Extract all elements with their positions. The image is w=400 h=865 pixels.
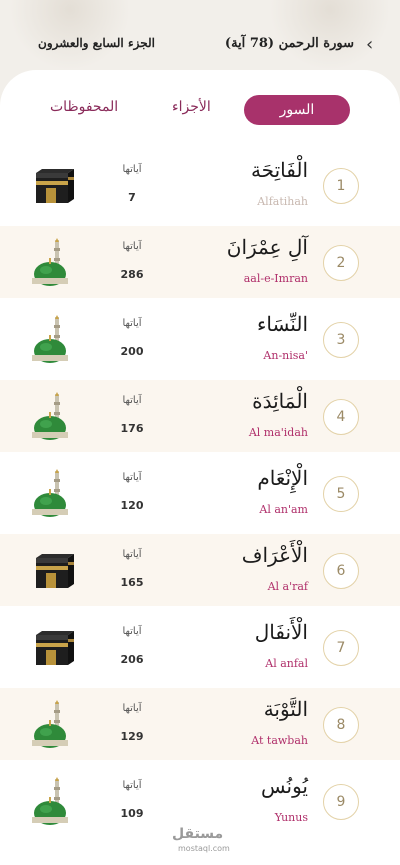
surah-arabic-name: الْأَعْرَاف (241, 543, 308, 567)
surah-number-badge: 1 (323, 168, 359, 204)
surah-row[interactable]: 4 الْمَائِدَة Al ma'idah آياتها 176 (0, 380, 400, 452)
surah-latin-name: Al a'raf (267, 580, 308, 593)
surah-number-badge: 5 (323, 476, 359, 512)
surah-row[interactable]: 2 آلِ عِمْرَانَ aal-e-Imran آياتها 286 (0, 226, 400, 298)
ayat-label: آياتها (122, 395, 142, 406)
mosque-dome-icon (30, 238, 74, 286)
ayat-count: 129 (120, 730, 144, 743)
surah-latin-name: An-nisa' (263, 349, 308, 362)
ayat-label: آياتها (122, 549, 142, 560)
kaaba-icon (30, 546, 74, 594)
current-surah-title[interactable]: سورة الرحمن (78 آية) (225, 36, 354, 51)
ayat-label: آياتها (122, 780, 142, 791)
surah-number-badge: 8 (323, 707, 359, 743)
content-card: السور الأجزاء المحفوظات 1 الْفَاتِحَة Alfa… (0, 70, 400, 865)
surah-latin-name: Yunus (274, 811, 308, 824)
surah-row[interactable]: 7 الْأَنفَال Al anfal آياتها 206 (0, 611, 400, 683)
ayat-count: 109 (120, 807, 144, 820)
surah-row[interactable]: 1 الْفَاتِحَة Alfatihah آياتها 7 (0, 149, 400, 221)
surah-row[interactable]: 8 التَّوْبَة At tawbah آياتها 129 (0, 688, 400, 760)
kaaba-icon (30, 623, 74, 671)
surah-arabic-name: الْأَنفَال (254, 620, 308, 644)
ayat-label: آياتها (122, 626, 142, 637)
watermark-logo: مستقل (172, 826, 224, 842)
tab-bar: السور الأجزاء المحفوظات (0, 95, 400, 130)
surah-row[interactable]: 3 النِّسَاء An-nisa' آياتها 200 (0, 303, 400, 375)
current-juz-title: الجزء السابع والعشرون (38, 36, 155, 50)
surah-row[interactable]: 5 الْإِنْعَام Al an'am آياتها 120 (0, 457, 400, 529)
surah-arabic-name: يُونُس (261, 774, 308, 798)
ayat-label: آياتها (122, 472, 142, 483)
ayat-label: آياتها (122, 164, 142, 175)
surah-number-badge: 2 (323, 245, 359, 281)
surah-arabic-name: الْإِنْعَام (257, 466, 308, 490)
surah-latin-name: Al anfal (265, 657, 308, 670)
tab-juz[interactable]: الأجزاء (172, 99, 211, 115)
mosque-dome-icon (30, 469, 74, 517)
header-bar: ‹ سورة الرحمن (78 آية) الجزء السابع والع… (0, 0, 400, 80)
tab-saved[interactable]: المحفوظات (50, 99, 118, 115)
surah-latin-name: aal-e-Imran (243, 272, 308, 285)
surah-arabic-name: النِّسَاء (256, 312, 308, 336)
ayat-count: 206 (120, 653, 144, 666)
surah-arabic-name: التَّوْبَة (263, 697, 308, 721)
surah-latin-name: At tawbah (251, 734, 308, 747)
surah-arabic-name: الْمَائِدَة (252, 389, 308, 413)
surah-latin-name: Alfatihah (257, 195, 308, 208)
ayat-count: 200 (120, 345, 144, 358)
surah-number-badge: 3 (323, 322, 359, 358)
back-chevron-icon[interactable]: ‹ (366, 36, 380, 54)
surah-number-badge: 9 (323, 784, 359, 820)
surah-latin-name: Al an'am (259, 503, 308, 516)
surah-number-badge: 7 (323, 630, 359, 666)
mosque-dome-icon (30, 315, 74, 363)
mosque-dome-icon (30, 392, 74, 440)
surah-number-badge: 6 (323, 553, 359, 589)
ayat-count: 7 (128, 191, 136, 204)
ayat-count: 165 (120, 576, 144, 589)
kaaba-icon (30, 161, 74, 209)
surah-number-badge: 4 (323, 399, 359, 435)
surah-row[interactable]: 6 الْأَعْرَاف Al a'raf آياتها 165 (0, 534, 400, 606)
surah-arabic-name: الْفَاتِحَة (250, 158, 308, 182)
mosque-dome-icon (30, 777, 74, 825)
watermark-url: mostaql.com (178, 844, 230, 853)
tab-surahs[interactable]: السور (244, 95, 350, 125)
ayat-label: آياتها (122, 318, 142, 329)
ayat-label: آياتها (122, 241, 142, 252)
ayat-count: 120 (120, 499, 144, 512)
surah-latin-name: Al ma'idah (248, 426, 308, 439)
mosque-dome-icon (30, 700, 74, 748)
ayat-count: 286 (120, 268, 144, 281)
ayat-count: 176 (120, 422, 144, 435)
ayat-label: آياتها (122, 703, 142, 714)
surah-arabic-name: آلِ عِمْرَانَ (226, 235, 308, 259)
